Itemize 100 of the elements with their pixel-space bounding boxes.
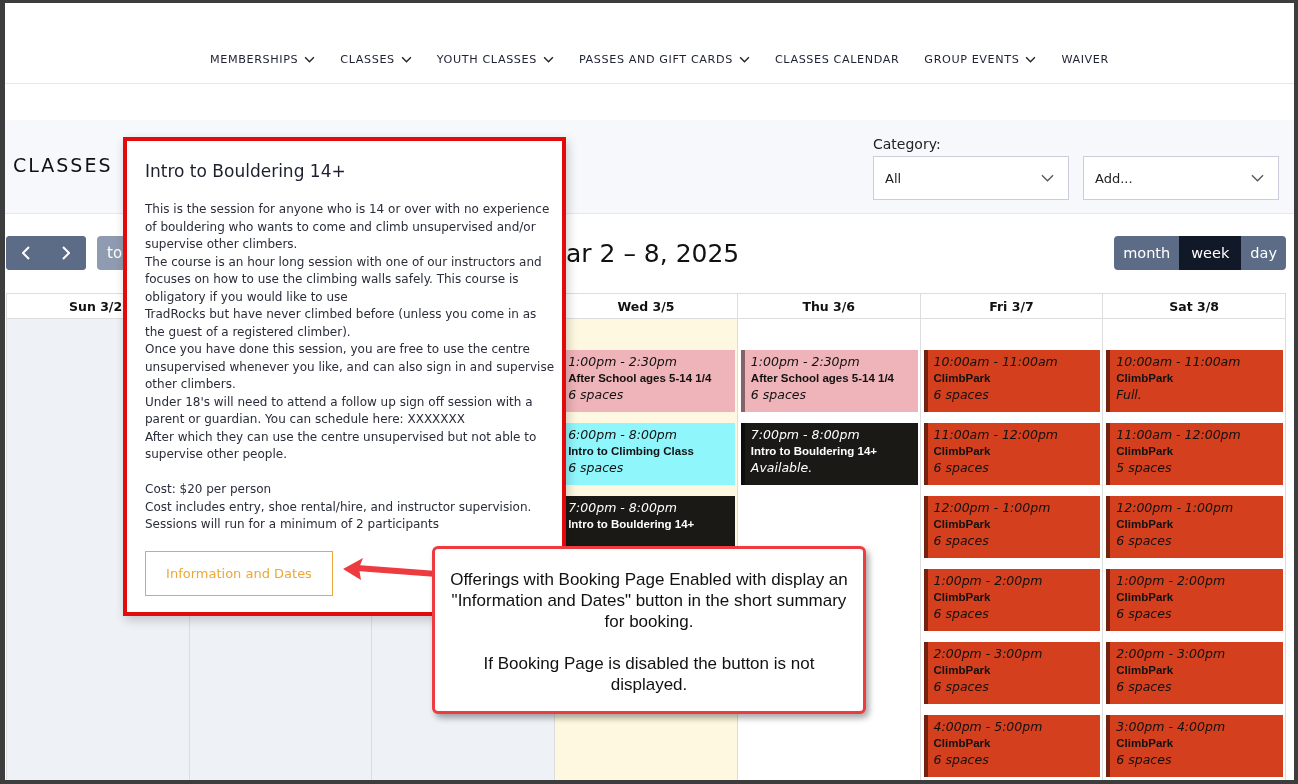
event-title: ClimbPark [933, 664, 992, 676]
event-title: ClimbPark [933, 445, 992, 457]
chevron-left-icon [22, 246, 30, 260]
chevron-down-icon [542, 56, 554, 63]
view-tab[interactable]: week [1179, 236, 1242, 270]
cost-text: Sessions will run for a minimum of 2 participants [145, 516, 440, 533]
day-label: Fri 3/7 [989, 298, 1034, 314]
calendar-event[interactable]: 1:00pm - 2:30pm After School ages 5-14 1/4 6 spaces [740, 350, 918, 412]
calendar-event[interactable]: 1:00pm - 2:00pm ClimbPark 6 spaces [1106, 569, 1283, 631]
chevron-down-icon [1041, 174, 1054, 182]
chevron-down-icon [1251, 174, 1264, 182]
day-label: Sat 3/8 [1169, 298, 1219, 314]
event-time: 11:00am - 12:00pm [1116, 427, 1242, 442]
event-status: 6 spaces [568, 460, 625, 475]
popup-title: Intro to Bouldering 14+ [145, 161, 347, 181]
cost-text: Cost includes entry, shoe rental/hire, and instructor supervision. [145, 498, 533, 516]
calendar-event[interactable]: 7:00pm - 8:00pm Intro to Bouldering 14+ Available. [740, 423, 918, 485]
event-status: 6 spaces [933, 387, 990, 402]
event-status: 6 spaces [1116, 679, 1173, 694]
chevron-down-icon [1025, 56, 1037, 63]
nav-link[interactable]: CLASSES CALENDAR [774, 53, 900, 66]
calendar-event[interactable]: 2:00pm - 3:00pm ClimbPark 6 spaces [923, 642, 1101, 704]
calendar-event[interactable]: 12:00pm - 1:00pm ClimbPark 6 spaces [923, 496, 1101, 558]
calendar-event[interactable]: 11:00am - 12:00pm ClimbPark 6 spaces [923, 423, 1101, 485]
event-title: Intro to Climbing Class [568, 445, 695, 457]
event-time: 6:00pm - 8:00pm [568, 427, 678, 442]
event-time: 10:00am - 11:00am [933, 354, 1059, 369]
event-title: ClimbPark [1116, 445, 1175, 457]
calendar-event[interactable]: 1:00pm - 2:00pm ClimbPark 6 spaces [923, 569, 1101, 631]
calendar-event[interactable]: 4:00pm - 5:00pm ClimbPark 6 spaces [923, 715, 1101, 777]
event-time: 4:00pm - 5:00pm [933, 719, 1044, 734]
add-select[interactable]: Add... [1083, 156, 1279, 200]
nav-link[interactable]: MEMBERSHIPS [210, 53, 316, 66]
calendar-event[interactable]: 11:00am - 12:00pm ClimbPark 5 spaces [1106, 423, 1283, 485]
event-time: 1:00pm - 2:00pm [933, 573, 1044, 588]
event-time: 12:00pm - 1:00pm [933, 500, 1052, 515]
event-time: 7:00pm - 8:00pm [750, 427, 861, 442]
popup-description: Under 18's will need to attend a follow up sign off session with a parent or guardian. You can schedule here: XXXXXXX [145, 393, 534, 428]
category-select[interactable]: All [873, 156, 1069, 200]
event-time: 2:00pm - 3:00pm [933, 646, 1044, 661]
popup-description: This is the session for anyone who is 14 or over with no experience of bouldering who wants to come and climb unsupervised and/or supervise other climbers. [145, 201, 551, 253]
nav-link[interactable]: YOUTH CLASSES [436, 53, 554, 66]
event-status: 6 spaces [933, 679, 990, 694]
event-time: 10:00am - 11:00am [1116, 354, 1242, 369]
nav-link[interactable]: PASSES AND GIFT CARDS [578, 53, 750, 66]
callout-text: If Booking Page is disabled the button is not displayed. [482, 653, 816, 695]
calendar-event[interactable]: 3:00pm - 4:00pm ClimbPark 6 spaces [1106, 715, 1283, 777]
event-title: ClimbPark [1116, 372, 1175, 384]
event-status: 6 spaces [1116, 606, 1173, 621]
day-label: Wed 3/5 [617, 298, 675, 314]
calendar-event[interactable]: 12:00pm - 1:00pm ClimbPark 6 spaces [1106, 496, 1283, 558]
popup-description: Once you have done this session, you are free to use the centre unsupervised whenever you like, and can also sign in and supervise other climbers. [145, 341, 556, 393]
event-time: 1:00pm - 2:30pm [568, 354, 678, 369]
event-status: 6 spaces [568, 387, 625, 402]
event-status: 6 spaces [1116, 752, 1173, 767]
event-status: 6 spaces [933, 606, 990, 621]
event-status: 6 spaces [1116, 533, 1173, 548]
event-status: 6 spaces [933, 533, 990, 548]
event-status: 5 spaces [1116, 460, 1173, 475]
cost-text: Cost: $20 per person [145, 481, 273, 498]
chevron-right-icon [62, 246, 70, 260]
event-status: 6 spaces [933, 460, 990, 475]
view-tab[interactable]: day [1241, 236, 1286, 270]
day-label: Sun 3/2 [69, 298, 123, 314]
chevron-down-icon [738, 56, 750, 63]
page-title: CLASSES [13, 154, 113, 178]
event-title: Intro to Bouldering 14+ [568, 518, 696, 530]
day-label: Thu 3/6 [802, 298, 855, 314]
event-time: 11:00am - 12:00pm [933, 427, 1059, 442]
event-title: After School ages 5-14 1/4 [750, 372, 895, 384]
calendar-event[interactable]: 10:00am - 11:00am ClimbPark Full. [1106, 350, 1283, 412]
event-title: ClimbPark [1116, 737, 1175, 749]
popup-description: The course is an hour long session with one of our instructors and focuses on how to use the climbing walls safely. This course is obligatory if you would like to use [145, 253, 543, 306]
event-title: ClimbPark [1116, 518, 1175, 530]
event-status: 6 spaces [750, 387, 807, 402]
chevron-down-icon [304, 56, 316, 63]
nav-link[interactable]: WAIVER [1061, 53, 1109, 66]
event-status: Available. [750, 460, 814, 475]
event-title: ClimbPark [933, 372, 992, 384]
event-time: 2:00pm - 3:00pm [1116, 646, 1227, 661]
chevron-down-icon [400, 56, 412, 63]
event-time: 3:00pm - 4:00pm [1116, 719, 1227, 734]
event-time: 1:00pm - 2:00pm [1116, 573, 1227, 588]
event-title: ClimbPark [933, 518, 992, 530]
category-label: Category: [873, 136, 942, 154]
calendar-event[interactable]: 10:00am - 11:00am ClimbPark 6 spaces [923, 350, 1101, 412]
calendar-event[interactable]: 2:00pm - 3:00pm ClimbPark 6 spaces [1106, 642, 1283, 704]
event-time: 1:00pm - 2:30pm [750, 354, 861, 369]
event-time: 12:00pm - 1:00pm [1116, 500, 1235, 515]
event-title: After School ages 5-14 1/4 [568, 372, 713, 384]
event-title: ClimbPark [933, 737, 992, 749]
popup-description: TradRocks but have never climbed before (unless you come in as the guest of a registered climber). [145, 306, 538, 341]
view-tab[interactable]: month [1114, 236, 1180, 270]
nav-link[interactable]: CLASSES [340, 53, 412, 66]
event-title: ClimbPark [1116, 664, 1175, 676]
nav-link[interactable]: GROUP EVENTS [924, 53, 1037, 66]
event-status: 6 spaces [933, 752, 990, 767]
callout-text: Offerings with Booking Page Enabled with display an "Information and Dates" button in the short summary for booking. [449, 569, 849, 632]
event-status: Full. [1116, 387, 1143, 402]
event-time: 7:00pm - 8:00pm [568, 500, 678, 515]
